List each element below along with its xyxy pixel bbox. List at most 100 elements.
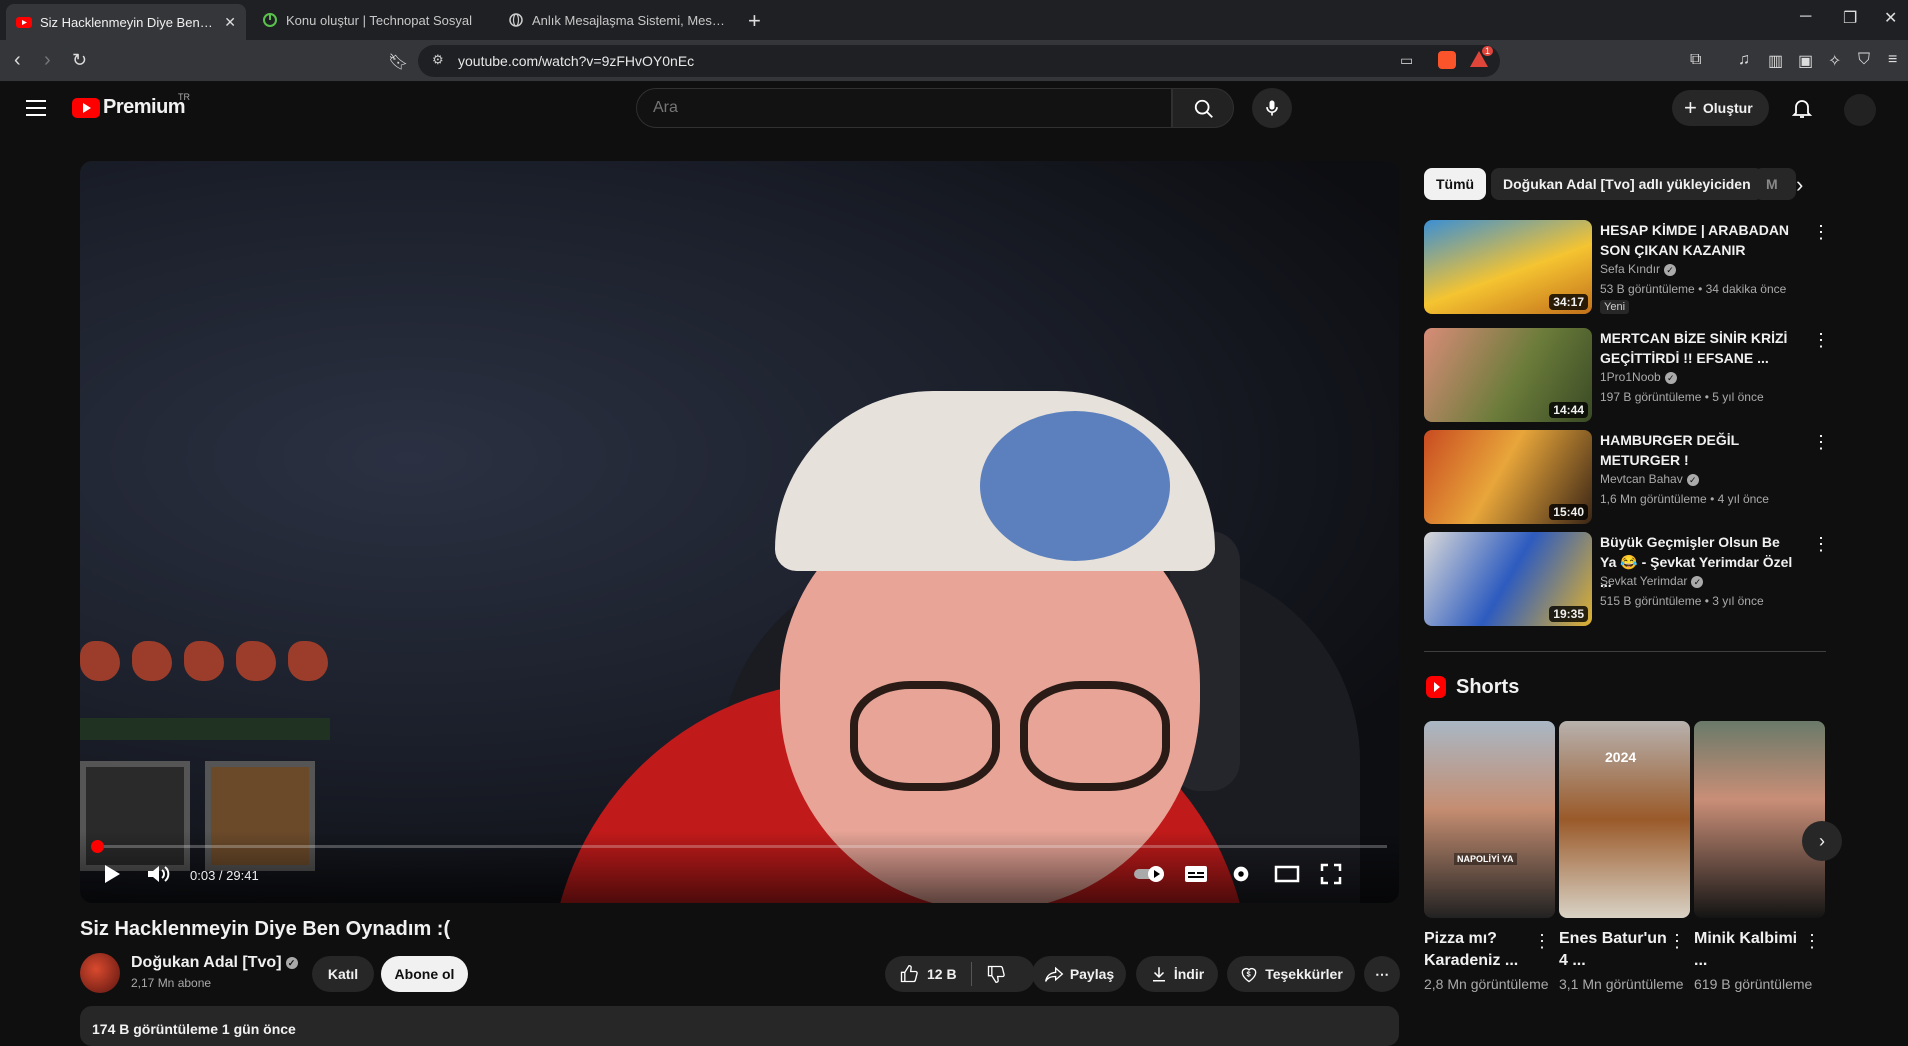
channel-avatar[interactable] — [80, 953, 120, 993]
join-button[interactable]: Katıl — [312, 956, 374, 992]
brave-shields-icon[interactable] — [1438, 51, 1456, 69]
recommendation-item[interactable]: 15:40 HAMBURGER DEĞİL METURGER ! Mevtcan… — [1424, 430, 1830, 526]
like-dislike-group: 12 B — [885, 956, 1035, 992]
dislike-icon[interactable] — [986, 964, 1006, 984]
tab-close-icon[interactable]: ✕ — [224, 14, 236, 31]
voice-search-button[interactable] — [1252, 88, 1292, 128]
recommendation-item[interactable]: 19:35 Büyük Geçmişler Olsun Be Ya 😂 - Şe… — [1424, 532, 1830, 628]
fullscreen-icon[interactable] — [1320, 863, 1342, 885]
short-item[interactable]: Minik Kalbimi ... 619 B görüntüleme ⋮ — [1694, 721, 1825, 994]
site-settings-icon[interactable]: ⚙ — [432, 52, 444, 68]
account-avatar[interactable] — [1844, 94, 1876, 126]
video-duration: 14:44 — [1549, 402, 1588, 418]
like-divider — [970, 962, 972, 986]
share-label: Paylaş — [1069, 966, 1115, 982]
wallet-icon[interactable]: ▣ — [1798, 51, 1818, 71]
url-text: youtube.com/watch?v=9zFHvOY0nEc — [458, 53, 695, 69]
tab-title: Siz Hacklenmeyin Diye Ben Oyna — [40, 14, 214, 30]
more-actions-button[interactable]: ⋯ — [1364, 956, 1400, 992]
chip-from-uploader[interactable]: Doğukan Adal [Tvo] adlı yükleyiciden — [1491, 168, 1763, 200]
channel-text: 1Pro1Noob — [1600, 370, 1661, 384]
music-icon[interactable]: ♫ — [1738, 51, 1758, 71]
video-thumbnail: 19:35 — [1424, 532, 1592, 626]
more-vert-icon[interactable]: ⋮ — [1803, 931, 1821, 952]
minimize-icon[interactable]: ─ — [1800, 8, 1811, 26]
recommendation-item[interactable]: 14:44 MERTCAN BİZE SİNİR KRİZİ GEÇİTTİRD… — [1424, 328, 1830, 424]
notifications-bell-icon[interactable] — [1790, 96, 1814, 120]
like-count: 12 B — [927, 966, 957, 982]
subtitles-icon[interactable] — [1184, 863, 1208, 885]
reload-icon[interactable]: ↻ — [72, 50, 87, 71]
like-icon[interactable] — [899, 964, 919, 984]
theater-mode-icon[interactable] — [1274, 863, 1300, 885]
tab-messaging[interactable]: Anlık Mesajlaşma Sistemi, Mesaj Gön — [498, 5, 738, 35]
microphone-icon — [1266, 100, 1278, 116]
recommendation-item[interactable]: 34:17 HESAP KİMDE | ARABADAN SON ÇIKAN K… — [1424, 220, 1830, 316]
chip-more[interactable]: M — [1754, 168, 1796, 200]
vpn-icon[interactable]: ⛉ — [1858, 51, 1878, 71]
more-vert-icon[interactable]: ⋮ — [1812, 330, 1830, 351]
share-button[interactable]: Paylaş — [1032, 956, 1126, 992]
recommendation-meta: 197 B görüntüleme • 5 yıl önce — [1600, 390, 1764, 404]
search-input[interactable] — [653, 99, 1133, 117]
video-player[interactable]: 0:03 / 29:41 — [80, 161, 1399, 903]
recommendation-title: HESAP KİMDE | ARABADAN SON ÇIKAN KAZANIR — [1600, 222, 1790, 258]
forward-icon[interactable]: › — [44, 49, 51, 72]
close-window-icon[interactable]: ✕ — [1884, 8, 1897, 28]
thanks-button[interactable]: $ Teşekkürler — [1227, 956, 1355, 992]
bookmark-icon[interactable]: 🔖︎ — [388, 52, 408, 72]
play-icon[interactable] — [102, 863, 122, 885]
more-vert-icon[interactable]: ⋮ — [1812, 222, 1830, 243]
video-thumbnail: 15:40 — [1424, 430, 1592, 524]
shorts-next-icon[interactable]: › — [1802, 821, 1842, 861]
short-item[interactable]: NAPOLİYİ YA Pizza mı? Karadeniz ... 2,8 … — [1424, 721, 1555, 994]
recommendation-channel: Şevkat Yerimdar ✓ — [1600, 574, 1704, 588]
recommendation-channel: 1Pro1Noob ✓ — [1600, 370, 1677, 384]
short-thumbnail: NAPOLİYİ YA — [1424, 721, 1555, 918]
menu-icon[interactable]: ≡ — [1888, 51, 1908, 71]
short-title: Enes Batur'un 4 ... — [1559, 930, 1667, 969]
short-thumbnail — [1694, 721, 1825, 918]
progress-scrubber[interactable] — [91, 840, 105, 853]
youtube-premium-logo[interactable]: Premium TR — [72, 92, 190, 119]
youtube-play-logo-icon — [72, 97, 100, 118]
chips-next-icon[interactable]: › — [1796, 172, 1803, 198]
search-button[interactable] — [1172, 88, 1234, 128]
subscribe-button[interactable]: Abone ol — [381, 956, 468, 992]
search-box — [636, 88, 1172, 128]
volume-icon[interactable] — [146, 863, 170, 885]
download-button[interactable]: İndir — [1136, 956, 1218, 992]
new-tab-icon[interactable]: + — [748, 8, 761, 34]
cast-icon[interactable]: ▭ — [1400, 52, 1413, 69]
more-vert-icon[interactable]: ⋮ — [1812, 534, 1830, 555]
more-vert-icon[interactable]: ⋮ — [1668, 931, 1686, 952]
autoplay-toggle-icon[interactable] — [1134, 865, 1168, 883]
sidebar-icon[interactable]: ▥ — [1768, 51, 1788, 71]
hamburger-menu-icon[interactable] — [26, 100, 46, 116]
progress-bar[interactable] — [91, 840, 1387, 853]
video-thumbnail: 34:17 — [1424, 220, 1592, 314]
restore-icon[interactable]: ❐ — [1843, 8, 1857, 28]
screenshot-icon[interactable]: ⧉ — [1690, 51, 1710, 71]
video-duration: 34:17 — [1549, 294, 1588, 310]
browser-tab-bar: Siz Hacklenmeyin Diye Ben Oyna ✕ Konu ol… — [0, 0, 1908, 40]
leo-ai-icon[interactable]: ✧ — [1828, 51, 1848, 71]
short-item[interactable]: 2024 Enes Batur'un 4 ... 3,1 Mn görüntül… — [1559, 721, 1690, 994]
power-favicon-icon — [263, 13, 277, 27]
settings-gear-icon[interactable] — [1230, 863, 1252, 885]
channel-name[interactable]: Doğukan Adal [Tvo] ✓ — [131, 954, 298, 972]
more-horizontal-icon: ⋯ — [1375, 965, 1389, 982]
tab-technopat[interactable]: Konu oluştur | Technopat Sosyal — [252, 5, 492, 35]
verified-check-icon: ✓ — [1686, 473, 1699, 486]
tab-youtube[interactable]: Siz Hacklenmeyin Diye Ben Oyna ✕ — [6, 4, 246, 40]
description-box[interactable]: 174 B görüntüleme 1 gün önce — [80, 1006, 1399, 1046]
short-views: 3,1 Mn görüntüleme — [1559, 976, 1684, 992]
back-icon[interactable]: ‹ — [14, 49, 21, 72]
verified-check-icon: ✓ — [1664, 371, 1677, 384]
video-frame-cap-band — [980, 411, 1170, 561]
create-button[interactable]: + Oluştur — [1672, 90, 1769, 126]
chip-all[interactable]: Tümü — [1424, 168, 1487, 200]
more-vert-icon[interactable]: ⋮ — [1812, 432, 1830, 453]
more-vert-icon[interactable]: ⋮ — [1533, 931, 1551, 952]
address-bar[interactable]: ⚙ youtube.com/watch?v=9zFHvOY0nEc ▭ 1 — [418, 45, 1500, 77]
